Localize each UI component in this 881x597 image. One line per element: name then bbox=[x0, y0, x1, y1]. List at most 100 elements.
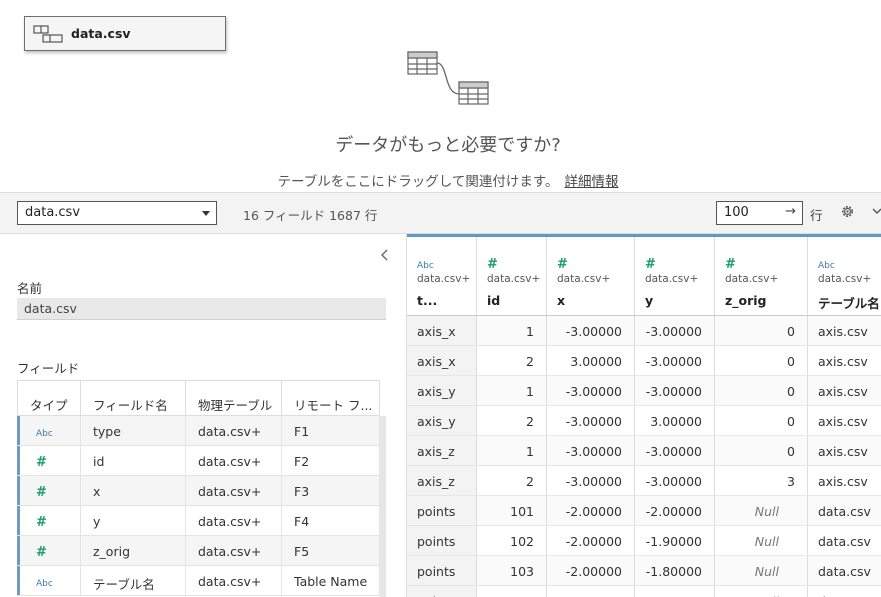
grid-column-header[interactable]: # data.csv+ z_orig bbox=[715, 237, 808, 315]
field-row[interactable]: Abc テーブル名 data.csv+ Table Name bbox=[17, 566, 380, 596]
grid-cell[interactable]: 2 bbox=[477, 346, 547, 375]
grid-cell[interactable]: 1 bbox=[477, 436, 547, 465]
grid-cell[interactable]: points bbox=[407, 586, 477, 597]
grid-cell[interactable]: -3.00000 bbox=[635, 436, 715, 465]
grid-cell[interactable]: 102 bbox=[477, 526, 547, 555]
field-name-cell[interactable]: id bbox=[80, 446, 185, 475]
grid-cell[interactable]: data.csv bbox=[808, 496, 881, 525]
grid-column-header[interactable]: # data.csv+ id bbox=[477, 237, 547, 315]
string-type-icon[interactable]: Abc bbox=[818, 253, 881, 271]
grid-cell[interactable]: axis_x bbox=[407, 346, 477, 375]
gear-icon[interactable] bbox=[840, 204, 855, 219]
grid-cell[interactable]: 0 bbox=[715, 406, 808, 435]
grid-cell[interactable]: 103 bbox=[477, 556, 547, 585]
datasource-card[interactable]: data.csv bbox=[24, 16, 226, 51]
grid-cell[interactable]: -3.00000 bbox=[547, 436, 635, 465]
grid-cell[interactable]: data.csv bbox=[808, 526, 881, 555]
grid-cell[interactable]: 3 bbox=[715, 466, 808, 495]
grid-cell[interactable]: -1.70000 bbox=[635, 586, 715, 597]
field-type-cell[interactable]: # bbox=[17, 476, 80, 505]
grid-cell[interactable]: 3.00000 bbox=[635, 406, 715, 435]
grid-cell[interactable]: 0 bbox=[715, 376, 808, 405]
field-row[interactable]: # y data.csv+ F4 bbox=[17, 506, 380, 536]
field-name-cell[interactable]: テーブル名 bbox=[80, 566, 185, 595]
grid-cell[interactable]: points bbox=[407, 556, 477, 585]
field-name-cell[interactable]: z_orig bbox=[80, 536, 185, 565]
grid-cell[interactable]: -2.00000 bbox=[635, 496, 715, 525]
field-row[interactable]: # x data.csv+ F3 bbox=[17, 476, 380, 506]
grid-cell[interactable]: axis.csv bbox=[808, 436, 881, 465]
grid-cell[interactable]: axis.csv bbox=[808, 376, 881, 405]
grid-cell[interactable]: 0 bbox=[715, 346, 808, 375]
field-type-cell[interactable]: Abc bbox=[17, 566, 80, 595]
grid-column-header[interactable]: Abc data.csv+ t... bbox=[407, 237, 477, 315]
grid-cell[interactable]: -3.00000 bbox=[635, 466, 715, 495]
grid-cell[interactable]: Null bbox=[715, 526, 808, 555]
grid-cell[interactable]: axis.csv bbox=[808, 406, 881, 435]
grid-cell[interactable]: -2.00000 bbox=[547, 496, 635, 525]
grid-cell[interactable]: data.csv bbox=[808, 586, 881, 597]
grid-cell[interactable]: axis_y bbox=[407, 376, 477, 405]
datasource-name-field[interactable]: data.csv bbox=[17, 298, 386, 320]
field-type-cell[interactable]: # bbox=[17, 506, 80, 535]
grid-cell[interactable]: -3.00000 bbox=[547, 466, 635, 495]
grid-cell[interactable]: -2.00000 bbox=[547, 556, 635, 585]
field-type-cell[interactable]: Abc bbox=[17, 416, 80, 445]
number-type-icon[interactable]: # bbox=[487, 253, 546, 272]
grid-cell[interactable]: 2 bbox=[477, 406, 547, 435]
grid-cell[interactable]: 3.00000 bbox=[547, 346, 635, 375]
grid-cell[interactable]: axis_y bbox=[407, 406, 477, 435]
grid-cell[interactable]: -3.00000 bbox=[635, 346, 715, 375]
grid-cell[interactable]: 1 bbox=[477, 376, 547, 405]
fields-scrollbar[interactable] bbox=[380, 416, 386, 597]
column-header-type[interactable]: タイプ bbox=[17, 381, 80, 415]
field-row[interactable]: # z_orig data.csv+ F5 bbox=[17, 536, 380, 566]
grid-column-header[interactable]: # data.csv+ y bbox=[635, 237, 715, 315]
grid-cell[interactable]: 0 bbox=[715, 436, 808, 465]
grid-cell[interactable]: points bbox=[407, 496, 477, 525]
grid-cell[interactable]: -3.00000 bbox=[635, 376, 715, 405]
chevron-down-icon[interactable] bbox=[872, 206, 881, 216]
column-name[interactable]: t... bbox=[417, 293, 476, 308]
column-header-remote-field[interactable]: リモート フ... bbox=[281, 381, 380, 415]
column-header-field-name[interactable]: フィールド名 bbox=[80, 381, 185, 415]
grid-cell[interactable]: axis_x bbox=[407, 316, 477, 345]
number-type-icon[interactable]: # bbox=[645, 253, 714, 272]
grid-column-header[interactable]: # data.csv+ x bbox=[547, 237, 635, 315]
grid-cell[interactable]: axis_z bbox=[407, 466, 477, 495]
grid-cell[interactable]: -3.00000 bbox=[547, 316, 635, 345]
field-type-cell[interactable]: # bbox=[17, 536, 80, 565]
grid-cell[interactable]: 1 bbox=[477, 316, 547, 345]
number-type-icon[interactable]: # bbox=[725, 253, 807, 272]
field-name-cell[interactable]: type bbox=[80, 416, 185, 445]
grid-cell[interactable]: axis.csv bbox=[808, 346, 881, 375]
column-name[interactable]: z_orig bbox=[725, 293, 807, 308]
grid-cell[interactable]: 0 bbox=[715, 316, 808, 345]
field-row[interactable]: Abc type data.csv+ F1 bbox=[17, 416, 380, 446]
field-row[interactable]: # id data.csv+ F2 bbox=[17, 446, 380, 476]
arrow-right-icon[interactable]: → bbox=[785, 204, 796, 219]
grid-cell[interactable]: 101 bbox=[477, 496, 547, 525]
grid-cell[interactable]: Null bbox=[715, 586, 808, 597]
column-name[interactable]: x bbox=[557, 293, 634, 308]
column-header-physical-table[interactable]: 物理テーブル bbox=[185, 381, 281, 415]
grid-column-header[interactable]: Abc data.csv+ テーブル名 bbox=[808, 237, 881, 315]
field-type-cell[interactable]: # bbox=[17, 446, 80, 475]
grid-cell[interactable]: Null bbox=[715, 556, 808, 585]
grid-cell[interactable]: -3.00000 bbox=[547, 406, 635, 435]
rows-limit-input[interactable]: 100 → bbox=[716, 201, 803, 225]
grid-cell[interactable]: points bbox=[407, 526, 477, 555]
grid-cell[interactable]: 2 bbox=[477, 466, 547, 495]
grid-cell[interactable]: -1.80000 bbox=[635, 556, 715, 585]
grid-cell[interactable]: 104 bbox=[477, 586, 547, 597]
grid-cell[interactable]: axis_z bbox=[407, 436, 477, 465]
grid-cell[interactable]: data.csv bbox=[808, 556, 881, 585]
grid-cell[interactable]: axis.csv bbox=[808, 316, 881, 345]
field-name-cell[interactable]: x bbox=[80, 476, 185, 505]
string-type-icon[interactable]: Abc bbox=[417, 253, 476, 271]
grid-cell[interactable]: Null bbox=[715, 496, 808, 525]
column-name[interactable]: id bbox=[487, 293, 546, 308]
grid-cell[interactable]: -3.00000 bbox=[635, 316, 715, 345]
grid-cell[interactable]: -3.00000 bbox=[547, 376, 635, 405]
column-name[interactable]: y bbox=[645, 293, 714, 308]
